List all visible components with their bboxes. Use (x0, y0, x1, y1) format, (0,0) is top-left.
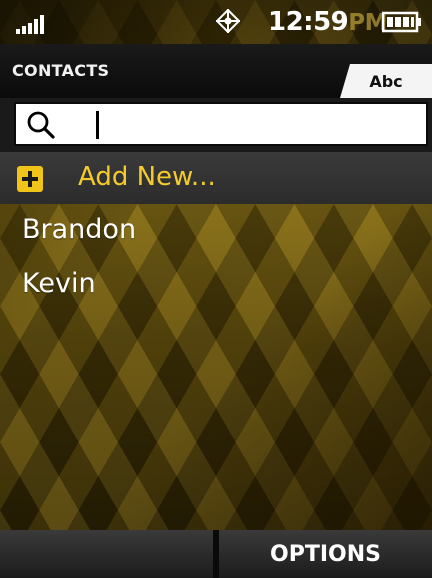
status-bar: 12:59PM (0, 0, 432, 44)
plus-icon (17, 166, 43, 192)
page-title: CONTACTS (12, 61, 110, 80)
contact-name: Brandon (22, 214, 137, 245)
text-cursor (96, 111, 99, 139)
search-icon (27, 111, 55, 139)
add-new-button[interactable]: Add New... (0, 152, 432, 204)
contact-name: Kevin (22, 268, 96, 299)
softkey-bar: OPTIONS (0, 530, 432, 578)
options-softkey[interactable]: OPTIONS (219, 530, 432, 578)
clock: 12:59PM (268, 7, 388, 37)
gps-target-icon (216, 9, 240, 33)
add-new-label: Add New... (78, 162, 216, 192)
contact-item[interactable]: Brandon (0, 206, 432, 258)
contacts-screen: 12:59PM CONTACTS Abc Add New... Brandon … (0, 0, 432, 578)
left-softkey[interactable] (0, 530, 213, 578)
search-row (0, 98, 432, 152)
header: CONTACTS Abc (0, 44, 432, 98)
tab-abc[interactable]: Abc (340, 64, 432, 98)
signal-bars-icon (16, 12, 46, 34)
battery-full-icon (382, 11, 421, 33)
clock-time: 12:59 (268, 7, 349, 37)
search-input[interactable] (72, 107, 412, 141)
search-box[interactable] (14, 102, 428, 146)
contact-item[interactable]: Kevin (0, 260, 432, 312)
